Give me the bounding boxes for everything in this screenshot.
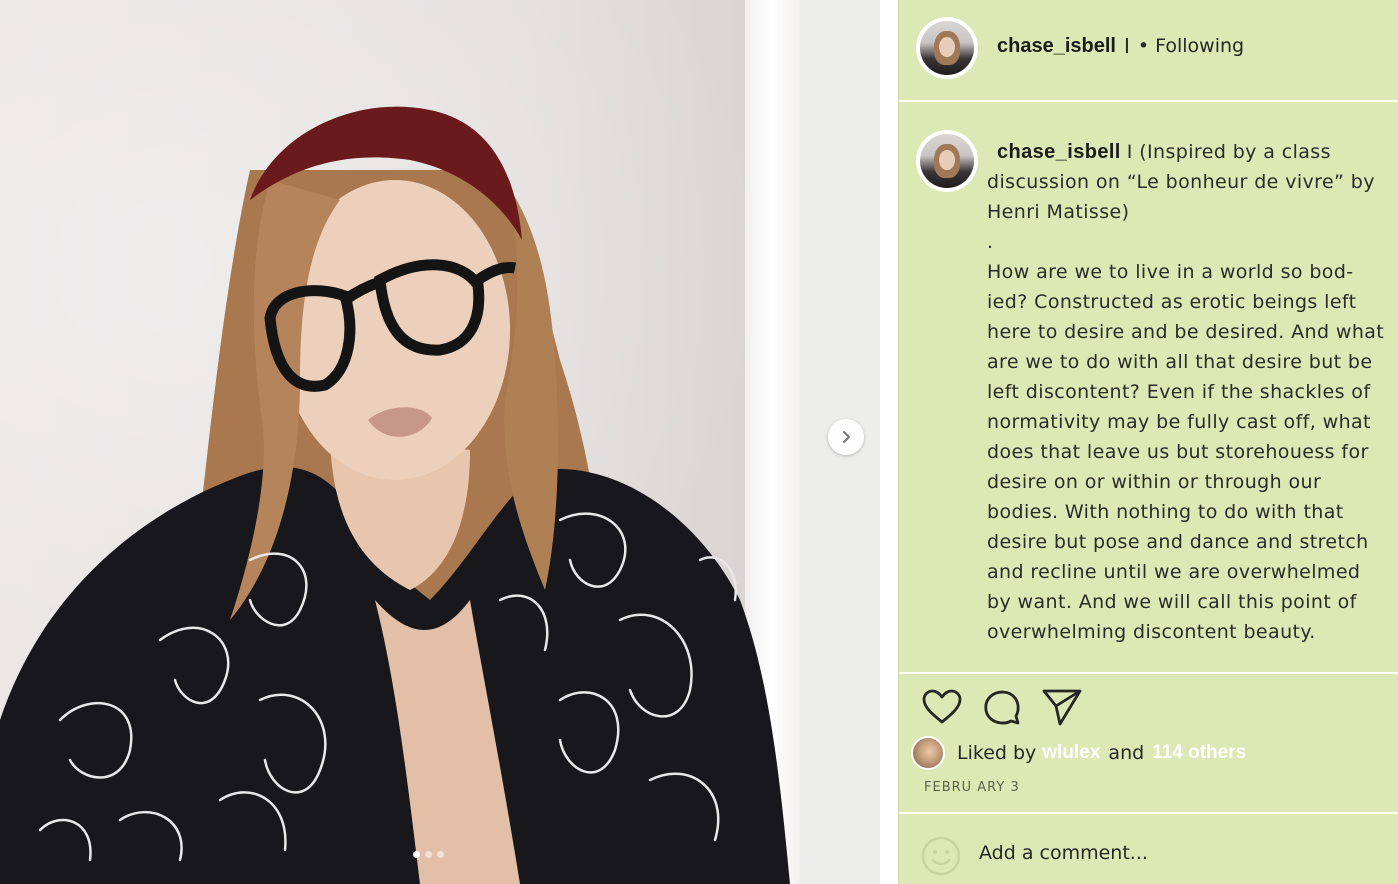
liker-avatar[interactable] — [911, 736, 945, 770]
likes-summary: Liked by wlulex and 114 others — [911, 736, 1246, 770]
carousel-dot — [413, 851, 420, 858]
post-caption: chase_isbell I (Inspired by a class discu… — [899, 104, 1398, 674]
caption-username[interactable]: chase_isbell — [997, 141, 1121, 163]
like-button[interactable] — [921, 686, 963, 728]
likes-others-link[interactable]: 114 others — [1152, 742, 1246, 764]
carousel-indicator — [413, 851, 444, 858]
post-date[interactable]: FEBRU ARY 3 — [924, 780, 1020, 795]
carousel-next-button[interactable] — [828, 419, 864, 455]
paper-plane-icon — [1042, 689, 1082, 726]
liker-username-link[interactable]: wlulex — [1042, 742, 1100, 764]
post-side-panel: chase_isbell I • Following chase_isbell I… — [898, 0, 1398, 884]
post-actions — [921, 686, 1083, 728]
comment-button[interactable] — [981, 686, 1023, 728]
carousel-dot — [425, 851, 432, 858]
carousel-dot — [437, 851, 444, 858]
caption-avatar[interactable] — [916, 130, 978, 192]
post-photo[interactable] — [0, 0, 880, 884]
share-button[interactable] — [1041, 686, 1083, 728]
panel-gap — [880, 0, 898, 884]
chevron-right-icon — [843, 431, 850, 443]
header-user-info: chase_isbell I • Following — [997, 34, 1244, 58]
caption-line: . — [987, 231, 994, 253]
caption-first-line: chase_isbell I (Inspired by a class discu… — [987, 137, 1389, 227]
following-button[interactable]: • Following — [1138, 35, 1244, 57]
caption-text: chase_isbell I (Inspired by a class discu… — [987, 137, 1389, 647]
header-username[interactable]: chase_isbell — [997, 35, 1116, 58]
portrait-illustration — [0, 106, 790, 884]
liked-by-label: Liked by — [957, 742, 1037, 764]
caption-separator: I — [1126, 141, 1133, 163]
avatar[interactable] — [916, 17, 978, 79]
smiley-icon[interactable] — [921, 836, 961, 876]
speech-bubble-icon — [984, 690, 1020, 725]
header-separator: I — [1123, 34, 1130, 58]
likes-connector: and — [1108, 742, 1145, 764]
caption-body: How are we to live in a world so bod-ied… — [987, 261, 1385, 643]
post-header: chase_isbell I • Following — [899, 0, 1398, 102]
comment-input[interactable] — [979, 842, 1359, 864]
heart-icon — [922, 689, 962, 724]
comment-form — [899, 812, 1398, 884]
